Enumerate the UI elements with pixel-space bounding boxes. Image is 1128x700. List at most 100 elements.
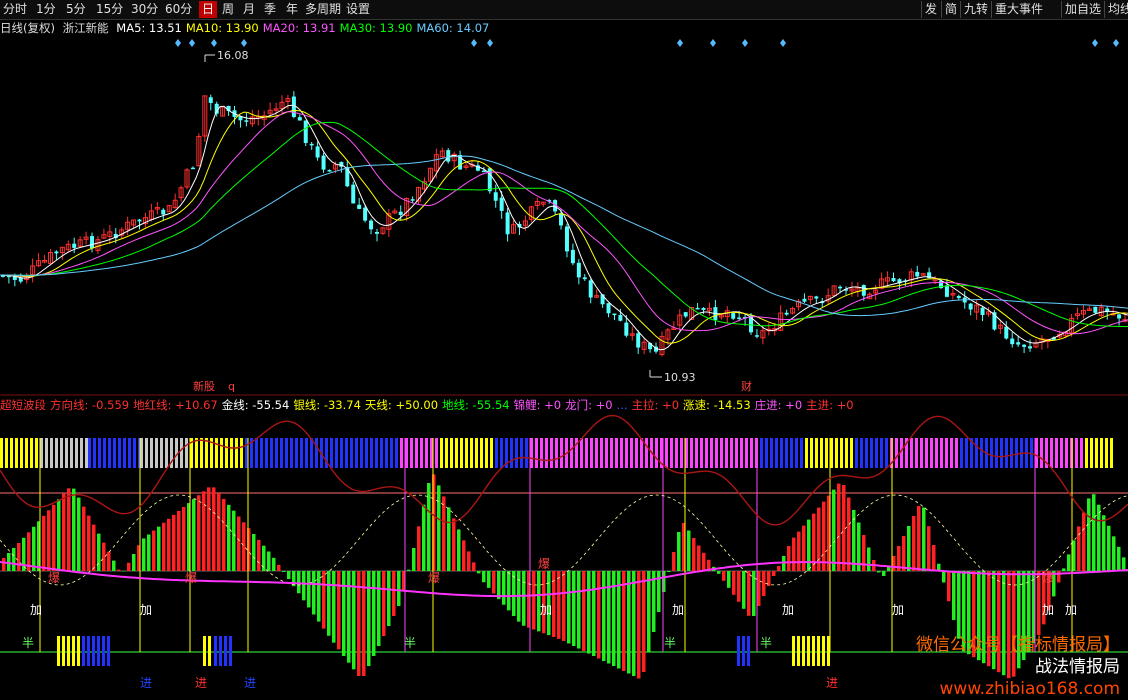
candle-up [885,277,891,282]
period-tab-7[interactable]: 周 [219,1,237,18]
histogram-bar [227,504,231,571]
state-bar [940,438,943,468]
candle-down [576,262,581,278]
state-bar [250,438,253,468]
bottom-state-bar [219,636,222,666]
candle-down [12,275,17,280]
state-bar [70,438,73,468]
state-bar [710,438,713,468]
ma-legend-item: MA5: 13.51 [116,21,182,35]
tool-button-0[interactable]: 发 [921,1,940,18]
candle-down [992,312,997,330]
state-bar [625,438,628,468]
watermark-line2: 战法情报局 [1035,657,1120,677]
period-tab-6[interactable]: 日 [199,1,218,18]
period-tab-8[interactable]: 月 [240,1,258,18]
histogram-bar [362,571,366,676]
state-bar [103,438,106,468]
state-bar [1005,438,1008,468]
signal-text: 加 [782,603,794,617]
state-bar [510,438,513,468]
histogram-bar [557,571,561,639]
state-bar [435,438,438,468]
period-tab-9[interactable]: 季 [261,1,279,18]
tool-button-3[interactable]: 重大事件 [991,1,1046,18]
histogram-bar [462,540,466,571]
state-bar [80,438,83,468]
bottom-state-bar [224,636,227,666]
tool-button-2[interactable]: 九转 [960,1,991,18]
state-bar [800,438,803,468]
candle-up [273,108,279,111]
state-bar [1030,438,1033,468]
histogram-bar [502,571,506,605]
candle-up [433,154,439,172]
histogram-bar [152,530,156,571]
high-marker: 16.08 [204,49,249,62]
histogram-bar [812,513,816,571]
histogram-bar [712,566,716,571]
state-bar [865,438,868,468]
state-bar [1035,438,1038,468]
candle-up [867,293,873,300]
histogram-bar [1112,536,1116,571]
histogram-bar [1042,571,1046,625]
histogram-bar [507,571,511,611]
period-tab-10[interactable]: 年 [283,1,301,18]
candle-up [65,243,71,251]
state-bar [650,438,653,468]
tool-button-5[interactable]: 均线 [1104,1,1128,18]
histogram-bar [452,518,456,571]
candle-up [261,115,267,120]
period-tab-2[interactable]: 5分 [63,1,89,18]
candle-up [528,206,534,220]
state-bar [930,438,933,468]
period-tab-1[interactable]: 1分 [33,1,59,18]
indicator-legend-item: 龙门: +0 [565,398,613,412]
tool-button-1[interactable]: 简 [941,1,960,18]
candle-down [820,301,825,304]
histogram-bar [792,537,796,571]
state-bar [260,438,263,468]
state-bar [970,438,973,468]
period-tab-11[interactable]: 多周期 [302,1,344,18]
candle-up [594,295,600,298]
candle-down [695,307,700,310]
indicator-chart[interactable]: 爆爆爆爆爆加加加加加加加加半半半半进进进进 [0,0,1128,700]
histogram-bar [397,571,401,606]
candle-down [1022,344,1027,347]
histogram-bar [787,546,791,571]
candle-down [398,211,403,215]
period-tab-0[interactable]: 分时 [0,1,30,18]
signal-text: 爆 [48,571,60,585]
state-bar [730,438,733,468]
histogram-bar [337,571,341,650]
period-tab-5[interactable]: 60分 [162,1,195,18]
candle-up [724,310,730,318]
candle-up [706,307,712,311]
period-tab-4[interactable]: 30分 [128,1,161,18]
bottom-state-bar [737,636,740,666]
state-bar [610,438,613,468]
period-tab-3[interactable]: 15分 [93,1,126,18]
signal-text: 半 [664,636,676,650]
candle-up [178,187,184,199]
histogram-bar [707,559,711,571]
candle-down [244,120,249,122]
histogram-bar [1077,526,1081,571]
histogram-bar [782,556,786,571]
histogram-bar [852,510,856,571]
state-bar [113,438,116,468]
state-bar [480,438,483,468]
bottom-state-bar [747,636,750,666]
price-chart[interactable]: 16.08 10.93 新股 q 财 [0,0,1128,700]
histogram-bar [552,571,556,637]
tool-button-4[interactable]: 加自选 [1061,1,1104,18]
period-tab-12[interactable]: 设置 [343,1,373,18]
histogram-bar [52,504,56,571]
candle-up [796,300,802,308]
histogram-bar [682,523,686,571]
state-bar [945,438,948,468]
histogram-bar [577,571,581,649]
state-bar [835,438,838,468]
